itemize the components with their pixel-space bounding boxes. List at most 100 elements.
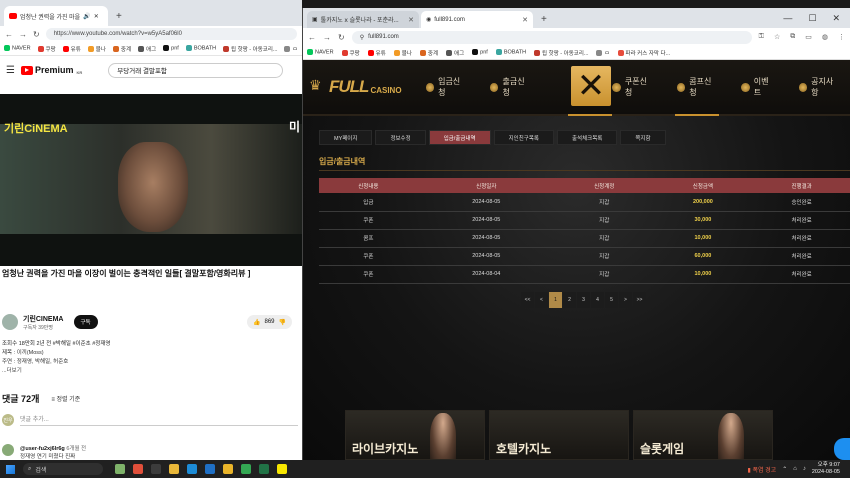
page-number-button[interactable]: 1 (549, 292, 562, 308)
bookmark-item[interactable]: 유튜 (367, 49, 386, 57)
bookmark-item[interactable]: 파라 커스 자막 다... (617, 49, 670, 57)
tomato-app-icon[interactable] (133, 464, 143, 474)
like-button[interactable]: 👍 869 👎 (247, 315, 292, 329)
back-icon[interactable]: ← (308, 33, 316, 42)
left-tab-youtube[interactable]: 엄청난 권력을 가진 마을 🔊 ✕ (4, 6, 108, 26)
weather-alert[interactable]: ▮ 폭염 경고 (747, 465, 776, 474)
forward-icon[interactable]: → (19, 30, 27, 39)
casino-logo[interactable]: ♛ FULL CASINO (309, 77, 402, 97)
bookmark-item[interactable]: 쿠팡 (37, 45, 56, 53)
edge-icon[interactable] (187, 464, 197, 474)
video-description[interactable]: 조회수 18만회 2년 전 #박해일 #이준초 #정재영 제목 : 이끼(Mos… (2, 340, 298, 376)
more-icon[interactable]: ⋮ (838, 33, 845, 41)
video-player[interactable]: 기린CiNEMA 미 (0, 94, 302, 266)
chat-widget-button[interactable] (834, 438, 850, 460)
bookmark-item[interactable]: 쿠팡 (341, 49, 360, 57)
tab-close-icon[interactable]: ✕ (522, 16, 528, 24)
bookmark-item[interactable]: 애그 (446, 49, 464, 57)
page-number-button[interactable]: 4 (591, 292, 604, 308)
channel-avatar[interactable] (2, 314, 18, 330)
bookmark-item[interactable]: ㅁ (284, 45, 298, 53)
page-next-button[interactable]: > (619, 292, 632, 308)
new-tab-button[interactable]: + (541, 14, 547, 25)
sort-button[interactable]: ≡ 정렬 기준 (51, 394, 80, 403)
extensions-icon[interactable]: ⧉ (790, 33, 795, 41)
bookmark-item[interactable]: 유튜 (62, 45, 81, 53)
page-number-button[interactable]: 5 (605, 292, 618, 308)
nav-notice[interactable]: 공지사항 (787, 76, 850, 98)
bookmark-item[interactable]: NAVER (307, 49, 334, 56)
page-number-button[interactable]: 2 (563, 292, 576, 308)
reload-icon[interactable]: ↻ (338, 33, 345, 42)
thumbs-down-icon[interactable]: 👎 (279, 319, 286, 326)
bookmark-item[interactable]: ㅁ (596, 49, 610, 57)
bookmark-item[interactable]: 블나 (87, 45, 106, 53)
bookmark-item[interactable]: 애그 (138, 45, 156, 53)
page-number-button[interactable]: 3 (577, 292, 590, 308)
page-last-button[interactable]: >> (633, 292, 646, 308)
new-tab-button[interactable]: + (116, 11, 122, 22)
bookmark-item[interactable]: 됩 핫팡 - 아동코리... (223, 45, 277, 53)
tab-close-icon[interactable]: ✕ (94, 13, 99, 20)
right-tab-1[interactable]: ▣ 툴카지노 ⅹ 슬롯나라 - 포춘라... ✕ (307, 11, 419, 28)
page-prev-button[interactable]: < (535, 292, 548, 308)
bookmark-item[interactable]: pnf (472, 49, 488, 56)
site-info-icon[interactable]: ⚲ (360, 34, 364, 41)
sidebar-icon[interactable]: ▭ (805, 33, 812, 41)
reload-icon[interactable]: ↻ (33, 30, 40, 39)
chrome-icon[interactable] (223, 464, 233, 474)
subscribe-button[interactable]: 구독 (73, 315, 98, 329)
nav-event[interactable]: 이벤트 (729, 76, 786, 98)
popup-close-button[interactable]: ✕ (571, 66, 611, 106)
close-icon[interactable]: ✕ (832, 13, 840, 24)
kakaotalk-icon[interactable] (277, 464, 287, 474)
bookmark-item[interactable]: NAVER (4, 45, 31, 52)
youtube-logo[interactable]: Premium KR (20, 65, 82, 75)
menu-icon[interactable]: ☰ (6, 65, 15, 76)
subtab-profile-edit[interactable]: 정보수정 (375, 130, 426, 145)
banner-slot-game[interactable]: 슬롯게임 (633, 410, 773, 460)
volume-icon[interactable]: 🔊 (83, 13, 90, 20)
back-icon[interactable]: ← (5, 30, 13, 39)
comment-input[interactable]: 댓글 추가... (20, 414, 298, 426)
subtab-transactions[interactable]: 입금/출금내역 (428, 130, 491, 145)
description-more-link[interactable]: ...더보기 (2, 367, 298, 376)
clock[interactable]: 오후 9:07 2024-08-05 (812, 462, 840, 476)
bookmark-item[interactable]: BOBATH (495, 49, 526, 56)
right-url-field[interactable]: ⚲ full891.com (351, 30, 752, 44)
bookmark-item[interactable]: 블나 (393, 49, 412, 57)
bookmark-item[interactable]: 중계 (112, 45, 131, 53)
chrome-profile-icon[interactable] (241, 464, 251, 474)
star-icon[interactable]: ☆ (774, 33, 780, 41)
file-explorer-icon[interactable] (169, 464, 179, 474)
right-tab-2[interactable]: ◉ full891.com ✕ (421, 11, 533, 28)
commenter-avatar[interactable] (2, 444, 14, 456)
tray-chevron-icon[interactable]: ⌃ (782, 466, 787, 473)
bookmark-item[interactable]: BOBATH (185, 45, 216, 52)
task-view-icon[interactable] (151, 464, 161, 474)
subtab-messages[interactable]: 쪽지함 (620, 130, 666, 145)
plant-app-icon[interactable] (115, 464, 125, 474)
windows-start-icon[interactable] (6, 464, 15, 474)
maximize-icon[interactable]: ☐ (808, 13, 816, 24)
bookmark-item[interactable]: 중계 (419, 49, 438, 57)
volume-icon[interactable]: ♪ (803, 466, 806, 472)
nav-deposit[interactable]: 입금신청 (414, 76, 478, 98)
profile-icon[interactable]: ◍ (822, 33, 828, 41)
youtube-search-input[interactable]: 부당거래 결말포함 (108, 62, 284, 78)
subtab-friends[interactable]: 지인친구목록 (493, 130, 554, 145)
commenter-name[interactable]: @user-fu2xj6lr6g 6개월 전 (20, 444, 86, 452)
minimize-icon[interactable]: — (783, 13, 792, 24)
taskbar-search[interactable]: ⌕ 검색 (23, 463, 103, 475)
subtab-attendance[interactable]: 출석체크목록 (556, 130, 618, 145)
subtab-mypage[interactable]: MY페이지 (319, 130, 373, 145)
nav-withdraw[interactable]: 출금신청 (478, 76, 542, 98)
tab-close-icon[interactable]: ✕ (408, 16, 414, 24)
page-first-button[interactable]: << (521, 292, 534, 308)
key-icon[interactable]: ⚿ (759, 33, 764, 41)
forward-icon[interactable]: → (323, 33, 331, 42)
excel-icon[interactable] (259, 464, 269, 474)
channel-name[interactable]: 기린CINEMA (23, 314, 64, 324)
left-url-field[interactable]: https://www.youtube.com/watch?v=w5yA5af0… (45, 28, 297, 40)
banner-hotel-casino[interactable]: 호텔카지노 (489, 410, 629, 460)
